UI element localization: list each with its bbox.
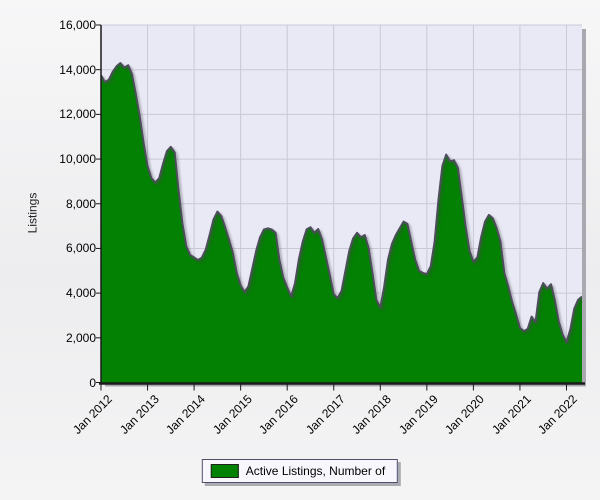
y-tick-label: 16,000: [2, 18, 96, 32]
y-tick-label: 12,000: [2, 107, 96, 121]
chart-canvas: Listings 02,0004,0006,0008,00010,00012,0…: [0, 0, 600, 500]
legend-swatch-icon: [211, 464, 239, 478]
y-tick-label: 14,000: [2, 63, 96, 77]
y-tick-label: 6,000: [2, 241, 96, 255]
y-tick-label: 2,000: [2, 331, 96, 345]
y-tick-label: 8,000: [2, 197, 96, 211]
y-tick-label: 0: [2, 376, 96, 390]
y-tick-label: 4,000: [2, 286, 96, 300]
legend: Active Listings, Number of: [202, 459, 398, 483]
y-tick-label: 10,000: [2, 152, 96, 166]
legend-label: Active Listings, Number of: [246, 464, 385, 478]
